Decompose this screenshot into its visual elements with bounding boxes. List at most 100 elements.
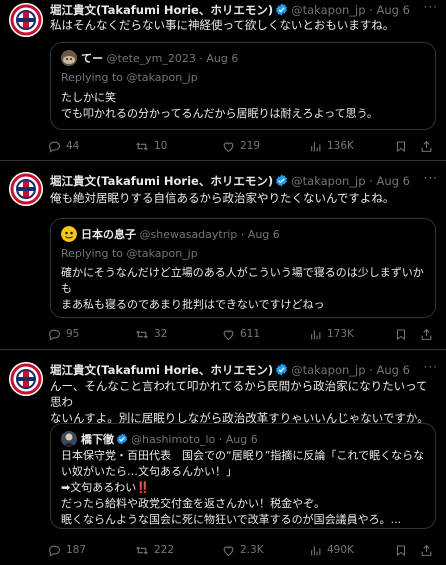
post-time[interactable]: Aug 6 xyxy=(377,3,410,17)
quote-avatar xyxy=(61,431,77,447)
more-icon[interactable]: ··· xyxy=(424,0,438,14)
post-header: 堀江貴文(Takafumi Horie、ホリエモン) @takapon_jp · … xyxy=(50,362,438,378)
views-button[interactable]: 173K xyxy=(309,326,354,342)
post-header: 堀江貴文(Takafumi Horie、ホリエモン) @takapon_jp · … xyxy=(50,2,438,18)
share-button[interactable] xyxy=(420,542,438,558)
quote-text-line: 日本保守党・百田代表 国会での“居眠り”指摘に反論「これで眠くならな xyxy=(61,449,425,462)
share-icon xyxy=(421,140,432,152)
share-button[interactable] xyxy=(420,326,438,342)
author-handle[interactable]: @takapon_jp xyxy=(291,3,365,17)
more-icon[interactable]: ··· xyxy=(424,171,438,185)
reply-icon xyxy=(49,545,60,557)
quote-author-handle: @hashimoto_lo xyxy=(131,433,216,446)
post-text: 私はそんなくだらない事に神経使って欲しくないとおもいますね。 xyxy=(50,17,436,33)
like-icon xyxy=(223,141,234,152)
avatar[interactable] xyxy=(9,172,43,206)
quote-text: 確かにそうなんだけど立場のある人がこういう場で寝るのは少しまずいか も まあ私も… xyxy=(61,265,427,313)
bookmark-button[interactable] xyxy=(395,542,412,558)
quoted-post[interactable]: てー @tete_ym_2023 · Aug 6 Replying to @ta… xyxy=(50,42,436,130)
share-icon xyxy=(421,544,432,556)
author-handle[interactable]: @takapon_jp xyxy=(291,174,365,188)
bookmark-icon xyxy=(397,141,405,152)
post[interactable]: 堀江貴文(Takafumi Horie、ホリエモン) @takapon_jp · … xyxy=(0,0,446,161)
post-header: 堀江貴文(Takafumi Horie、ホリエモン) @takapon_jp · … xyxy=(50,173,438,189)
like-count: 611 xyxy=(240,328,261,340)
verified-badge-icon xyxy=(275,174,288,191)
author-name[interactable]: 堀江貴文(Takafumi Horie、ホリエモン) xyxy=(50,174,273,188)
replying-to: Replying to @takapon_jp xyxy=(61,71,198,84)
author-handle[interactable]: @takapon_jp xyxy=(291,363,365,377)
reply-count: 95 xyxy=(66,328,80,340)
repost-icon xyxy=(136,329,148,339)
action-bar: 44 10 219 136K xyxy=(48,138,438,154)
views-button[interactable]: 136K xyxy=(309,138,354,154)
quote-avatar xyxy=(61,226,77,242)
action-bar: 95 32 611 173K xyxy=(48,326,438,342)
quote-time: Aug 6 xyxy=(206,52,239,65)
post[interactable]: 堀江貴文(Takafumi Horie、ホリエモン) @takapon_jp · … xyxy=(0,161,446,350)
view-count: 490K xyxy=(327,544,354,556)
quote-author-handle: @shewasadaytrip xyxy=(139,228,238,241)
post-text-line: 私はそんなくだらない事に神経使って欲しくないとおもいますね。 xyxy=(50,18,395,32)
reply-count: 44 xyxy=(66,140,80,152)
avatar[interactable] xyxy=(9,3,43,37)
repost-button[interactable]: 32 xyxy=(135,326,167,342)
reply-button[interactable]: 95 xyxy=(48,326,79,342)
bookmark-button[interactable] xyxy=(395,326,412,342)
share-button[interactable] xyxy=(420,138,438,154)
quote-text: 日本保守党・百田代表 国会での“居眠り”指摘に反論「これで眠くならな い奴がいた… xyxy=(61,448,427,528)
reply-icon xyxy=(49,329,60,341)
reply-count: 187 xyxy=(66,544,87,556)
quoted-post[interactable]: 橋下徹 @hashimoto_lo · Aug 6 日本保守党・百田代表 国会での… xyxy=(50,423,436,529)
quote-text-line: だったら給料や政党交付金を返さんかい！税金やぞ。 xyxy=(61,497,325,510)
share-icon xyxy=(421,328,432,340)
quote-author-handle: @tete_ym_2023 xyxy=(106,52,196,65)
quote-author-name: 橋下徹 xyxy=(81,433,114,446)
repost-icon xyxy=(136,141,148,151)
quote-author-name: 日本の息子 xyxy=(81,228,136,241)
quote-text-line: も xyxy=(61,282,72,295)
quote-text-line: まあ私も寝るのであまり批判はできないですけどねっ xyxy=(61,298,325,311)
quote-text-line: い奴がいたら…文句あるんかい！」 xyxy=(61,465,237,478)
like-icon xyxy=(223,545,234,556)
post-time[interactable]: Aug 6 xyxy=(377,174,410,188)
author-name[interactable]: 堀江貴文(Takafumi Horie、ホリエモン) xyxy=(50,3,273,17)
more-icon[interactable]: ··· xyxy=(424,360,438,374)
repost-button[interactable]: 10 xyxy=(135,138,167,154)
like-button[interactable]: 219 xyxy=(222,138,260,154)
like-button[interactable]: 611 xyxy=(222,326,260,342)
repost-button[interactable]: 222 xyxy=(135,542,174,558)
avatar[interactable] xyxy=(9,362,43,396)
like-icon xyxy=(223,329,234,340)
repost-count: 222 xyxy=(154,544,175,556)
bookmark-icon xyxy=(397,545,405,556)
view-count: 136K xyxy=(327,140,354,152)
like-button[interactable]: 2.3K xyxy=(222,542,264,558)
repost-count: 32 xyxy=(154,328,168,340)
like-count: 219 xyxy=(240,140,261,152)
bookmark-button[interactable] xyxy=(395,138,412,154)
post-time[interactable]: Aug 6 xyxy=(377,363,410,377)
views-icon xyxy=(311,329,321,339)
post-text-line: んー、そんなこと言われて叩かれてるから民間から政治家になりたいって思わ xyxy=(50,379,428,409)
quote-text-line: 眠くならんような国会に死に物狂いで改革するのが国会議員やろ。... xyxy=(61,513,402,526)
reply-button[interactable]: 44 xyxy=(48,138,79,154)
quote-text-line: 確かにそうなんだけど立場のある人がこういう場で寝るのは少しまずいか xyxy=(61,266,424,279)
quote-text: たしかに笑 でも叩かれるの分かってるんだから居眠りは耐えろよって思う。 xyxy=(61,90,427,122)
author-name[interactable]: 堀江貴文(Takafumi Horie、ホリエモン) xyxy=(50,363,273,377)
bookmark-icon xyxy=(397,329,405,340)
post-text-line: 俺も絶対居眠りする自信あるから政治家やりたくないんですよね。 xyxy=(50,191,395,205)
repost-count: 10 xyxy=(154,140,168,152)
reply-button[interactable]: 187 xyxy=(48,542,86,558)
replying-to: Replying to @takapon_jp xyxy=(61,247,198,260)
views-button[interactable]: 490K xyxy=(309,542,354,558)
view-count: 173K xyxy=(327,328,354,340)
quote-text-line: でも叩かれるの分かってるんだから居眠りは耐えろよって思う。 xyxy=(61,107,378,120)
quote-text-line: たしかに笑 xyxy=(61,91,116,104)
post[interactable]: 堀江貴文(Takafumi Horie、ホリエモン) @takapon_jp · … xyxy=(0,350,446,565)
quote-author-name: てー xyxy=(81,52,103,65)
repost-icon xyxy=(136,545,148,555)
quoted-post[interactable]: 日本の息子 @shewasadaytrip · Aug 6 Replying t… xyxy=(50,218,436,318)
quote-header: てー @tete_ym_2023 · Aug 6 xyxy=(61,50,238,67)
post-text: んー、そんなこと言われて叩かれてるから民間から政治家になりたいって思わ ないんす… xyxy=(50,378,436,426)
